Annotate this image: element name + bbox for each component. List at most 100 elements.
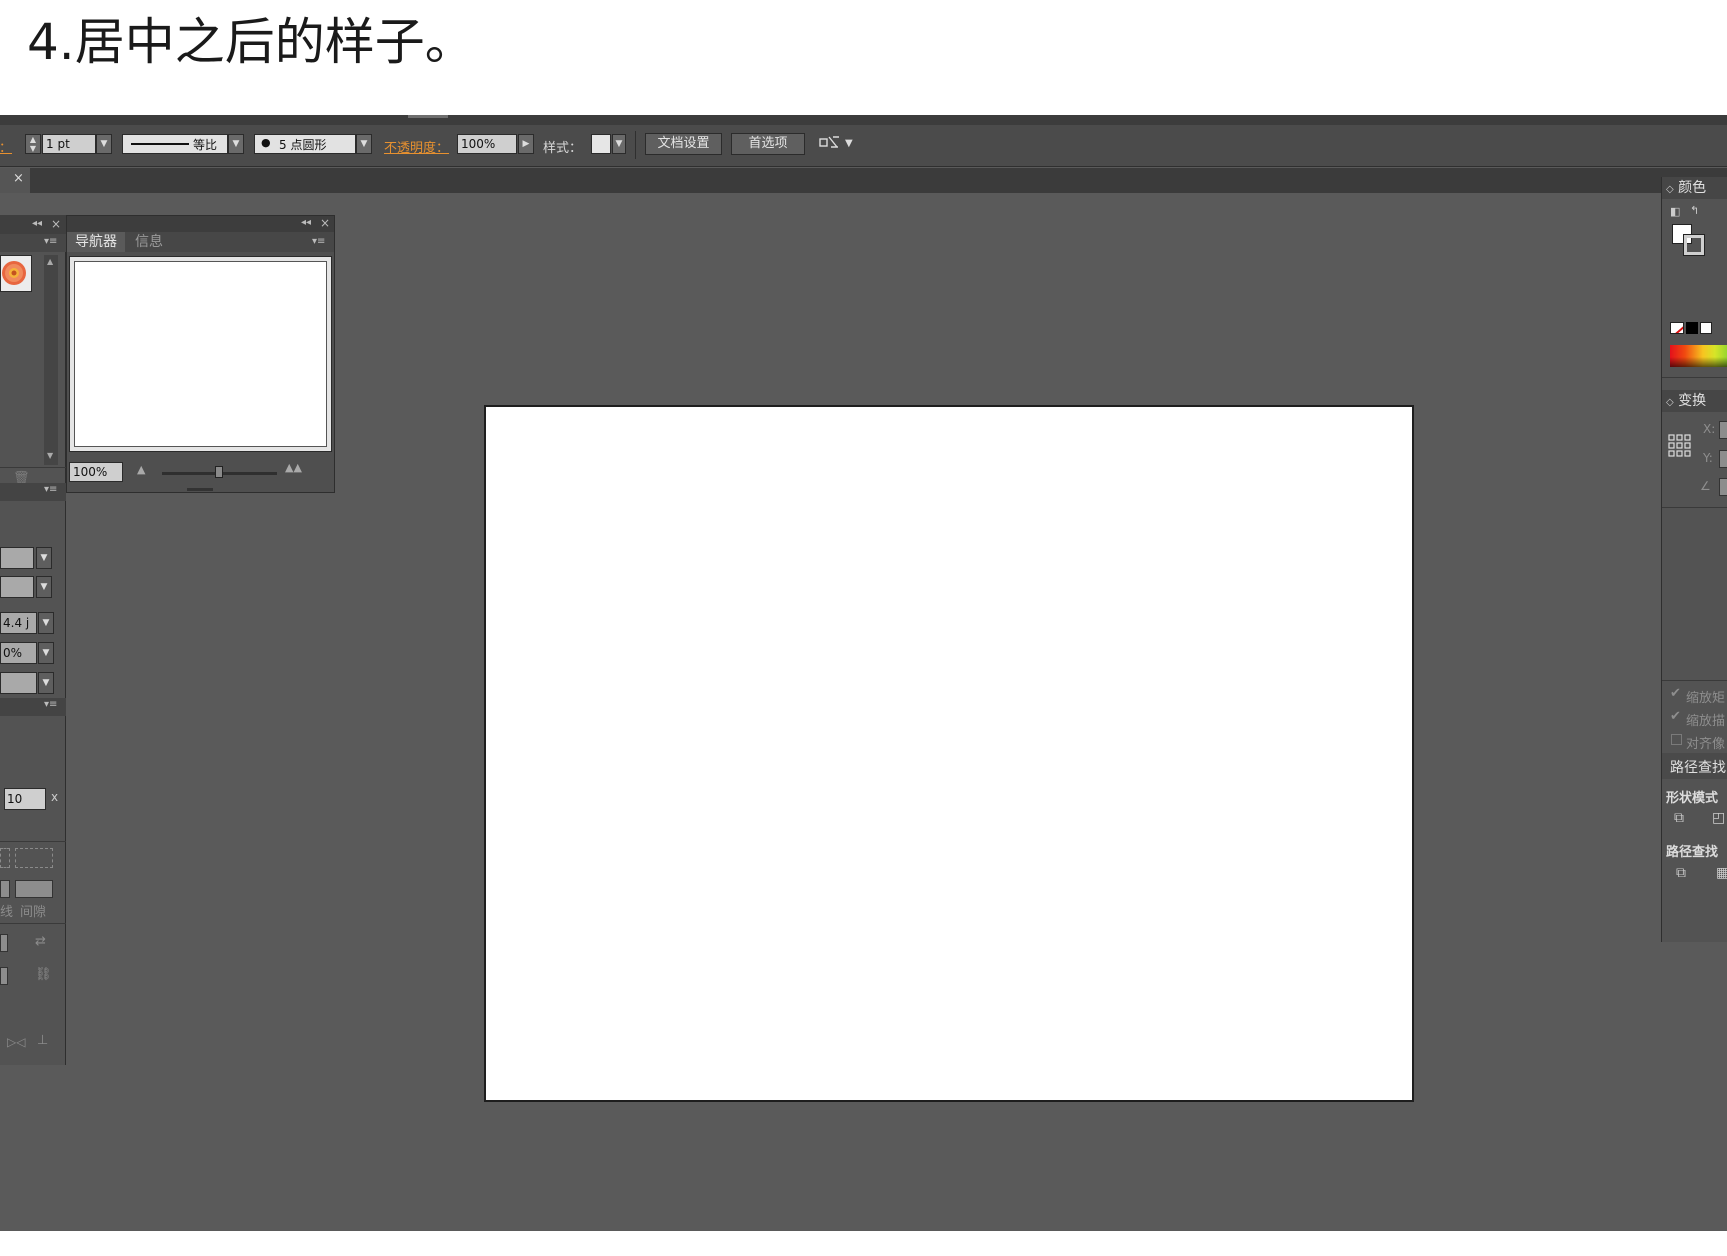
close-icon[interactable]: ×	[51, 217, 61, 231]
left-panel-stack: ◂◂ × ▾≡ ▲ ▼ 🗑 ▾≡ ▼ ▼ 4.4 j ▼ 0% ▼ ▼ ▾≡ 1…	[0, 215, 66, 1065]
stroke-label[interactable]: 边：	[0, 137, 12, 156]
stroke-profile-label: 等比	[193, 138, 218, 152]
minus-front-icon[interactable]: ◰	[1712, 810, 1725, 826]
chevron-down-icon[interactable]: ▼	[38, 672, 54, 694]
zoom-out-icon[interactable]: ▲	[137, 463, 145, 476]
arrowhead-scale-field[interactable]	[0, 967, 8, 985]
swap-arrows-icon[interactable]: ⇄	[35, 934, 46, 949]
document-setup-button[interactable]: 文档设置	[645, 133, 722, 155]
arrowhead-select[interactable]	[0, 934, 8, 952]
chevron-down-icon[interactable]: ▼	[38, 642, 54, 664]
transform-panel-header[interactable]: ◇ 变换	[1662, 390, 1727, 412]
zoom-field[interactable]: 100%	[69, 462, 123, 482]
spectrum-shade	[1670, 357, 1727, 367]
trim-icon[interactable]: ▦	[1716, 865, 1727, 881]
chevron-down-icon[interactable]: ▼	[38, 612, 54, 634]
default-colors-icon[interactable]: ◧	[1670, 205, 1680, 218]
value-field[interactable]: 10	[4, 788, 46, 810]
arrange-documents-icon[interactable]	[819, 133, 841, 153]
dropdown-field[interactable]	[0, 576, 34, 598]
none-swatch[interactable]	[1670, 322, 1684, 334]
gap-field[interactable]	[15, 880, 53, 898]
panel-header: ◂◂ ×	[0, 215, 66, 234]
brush-select[interactable]: ● 5 点圆形	[254, 134, 356, 154]
expand-icon[interactable]: ◇	[1666, 184, 1674, 195]
dropdown-field[interactable]	[0, 547, 34, 569]
panel-menu-icon[interactable]: ▾≡	[44, 236, 57, 247]
stroke-profile-select[interactable]: 等比	[122, 134, 228, 154]
brush-dot-icon: ●	[261, 136, 271, 149]
menu-bar-fragment	[408, 115, 448, 118]
reference-point-icon[interactable]	[1668, 434, 1692, 458]
page-margin	[0, 1231, 1727, 1256]
unite-icon[interactable]: ⧉	[1674, 810, 1684, 826]
chevron-down-icon[interactable]: ▼	[845, 138, 853, 149]
pathfinder-panel-header[interactable]: 路径查找	[1662, 753, 1727, 779]
chevron-right-icon[interactable]: ▶	[518, 134, 534, 154]
document-tab[interactable]: ×	[0, 168, 30, 193]
panel-menu-icon[interactable]: ▾≡	[44, 699, 57, 710]
graphic-style-swatch[interactable]	[591, 134, 611, 154]
symbol-thumbnail[interactable]	[0, 255, 32, 292]
swap-colors-icon[interactable]: ↰	[1690, 204, 1699, 217]
scrollbar[interactable]: ▲ ▼	[44, 255, 58, 465]
control-toolbar: 边： ▲▼ 1 pt ▼ 等比 ▼ ● 5 点圆形 ▼ 不透明度： 100% ▶…	[0, 125, 1727, 167]
stroke-weight-stepper[interactable]: ▲ ▼	[25, 134, 41, 154]
scroll-down-icon[interactable]: ▼	[47, 451, 53, 460]
expand-icon[interactable]: ◇	[1666, 397, 1674, 408]
chevron-down-icon[interactable]: ▼	[228, 134, 244, 154]
color-panel-header[interactable]: ◇ 颜色	[1662, 177, 1727, 199]
dropdown-field[interactable]	[0, 672, 37, 694]
panel-tab-bar: 导航器 信息 ▾≡	[67, 232, 334, 252]
panel-divider	[0, 841, 66, 842]
checkbox-checked-icon[interactable]: ✔	[1670, 686, 1681, 701]
pathfinder-panel-title: 路径查找	[1670, 760, 1726, 776]
resize-grip[interactable]	[187, 488, 213, 491]
opacity-field[interactable]: 100%	[457, 134, 517, 154]
close-icon[interactable]: ×	[13, 171, 24, 186]
checkbox[interactable]	[1671, 734, 1682, 745]
panel-divider	[1662, 507, 1727, 508]
menu-bar	[0, 115, 1727, 125]
page-title: 4.居中之后的样子。	[27, 13, 475, 71]
scroll-up-icon[interactable]: ▲	[47, 257, 53, 266]
artboard[interactable]	[484, 405, 1414, 1102]
stroke-weight-field[interactable]: 1 pt	[42, 134, 96, 154]
angle-field[interactable]	[1719, 478, 1727, 496]
chevron-down-icon[interactable]: ▼	[356, 134, 372, 154]
chevron-down-icon[interactable]: ▼	[36, 576, 52, 598]
close-icon[interactable]: ×	[320, 216, 330, 230]
chevron-down-icon[interactable]: ▼	[96, 134, 112, 154]
dash-preview[interactable]	[15, 848, 53, 868]
navigator-preview-frame[interactable]	[69, 256, 332, 452]
align-arrow-icon[interactable]: ▷◁	[7, 1035, 25, 1049]
x-field[interactable]	[1719, 421, 1727, 439]
preferences-button[interactable]: 首选项	[731, 133, 805, 155]
tab-info[interactable]: 信息	[127, 232, 171, 252]
link-icon[interactable]: ⛓	[35, 967, 52, 982]
collapse-icon[interactable]: ◂◂	[301, 217, 311, 228]
scale-strokes-label: 缩放描	[1686, 714, 1726, 729]
dash-field[interactable]	[0, 880, 10, 898]
opacity-label[interactable]: 不透明度：	[384, 137, 449, 156]
black-swatch[interactable]	[1686, 322, 1698, 334]
collapse-icon[interactable]: ◂◂	[32, 218, 42, 229]
panel-menu-icon[interactable]: ▾≡	[312, 236, 325, 247]
document-tab-bar: ×	[0, 168, 1727, 193]
dash-preview[interactable]	[0, 848, 10, 868]
divide-icon[interactable]: ⧉	[1676, 865, 1686, 881]
checkbox-checked-icon[interactable]: ✔	[1670, 709, 1681, 724]
y-field[interactable]	[1719, 450, 1727, 468]
tab-navigator[interactable]: 导航器	[67, 232, 125, 252]
unit-label: x	[51, 790, 59, 804]
panel-menu-icon[interactable]: ▾≡	[44, 484, 57, 495]
stroke-swatch[interactable]	[1683, 234, 1705, 256]
chevron-down-icon[interactable]: ▼	[612, 134, 626, 154]
zoom-slider-thumb[interactable]	[215, 466, 223, 478]
white-swatch[interactable]	[1700, 322, 1712, 334]
value-field[interactable]: 4.4 j	[0, 612, 37, 634]
align-arrow-end-icon[interactable]: ⊥	[37, 1033, 48, 1048]
chevron-down-icon[interactable]: ▼	[36, 547, 52, 569]
zoom-in-icon[interactable]: ▲▲	[285, 461, 302, 474]
value-field[interactable]: 0%	[0, 642, 37, 664]
